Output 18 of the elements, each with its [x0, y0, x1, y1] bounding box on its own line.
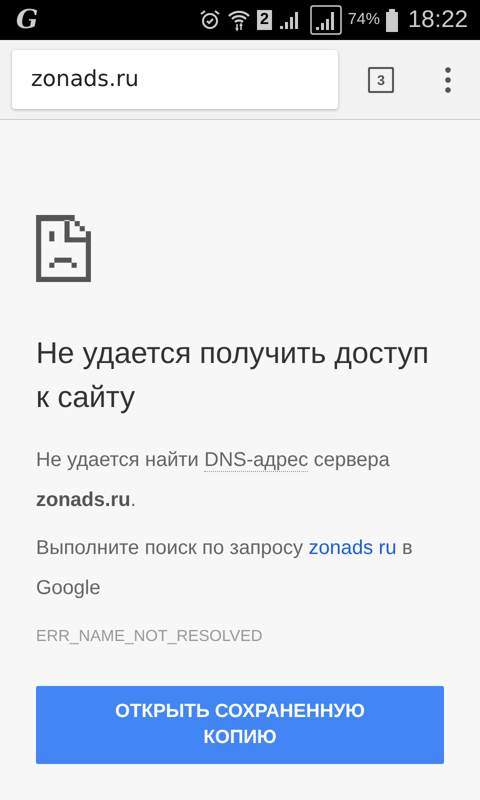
error-heading: Не удается получить доступ к сайту: [36, 336, 430, 416]
wifi-icon: [227, 8, 251, 32]
address-bar[interactable]: zonads.ru: [12, 50, 338, 109]
error-message: Не удается найти DNS-адрес сервера zonads.ru.: [36, 448, 391, 513]
clock-time: 18:22: [408, 6, 468, 34]
search-suggestion: Выполните поиск по запросу zonads ru в Google: [36, 536, 414, 601]
tab-switcher-button[interactable]: 3: [368, 66, 394, 92]
error-code: ERR_NAME_NOT_RESOLVED: [36, 628, 262, 646]
search-link[interactable]: zonads ru: [308, 537, 396, 559]
battery-icon: [386, 8, 398, 32]
menu-icon[interactable]: [444, 66, 452, 92]
sad-page-icon: [36, 215, 91, 282]
alarm-clock-icon: [199, 9, 221, 31]
battery-percentage: 74%: [348, 11, 380, 29]
app-logo: G: [16, 5, 38, 35]
signal-icon: [310, 5, 342, 35]
open-saved-copy-button[interactable]: ОТКРЫТЬ СОХРАНЕННУЮ КОПИЮ: [36, 686, 444, 764]
sim-slot-badge: 2: [257, 10, 272, 30]
